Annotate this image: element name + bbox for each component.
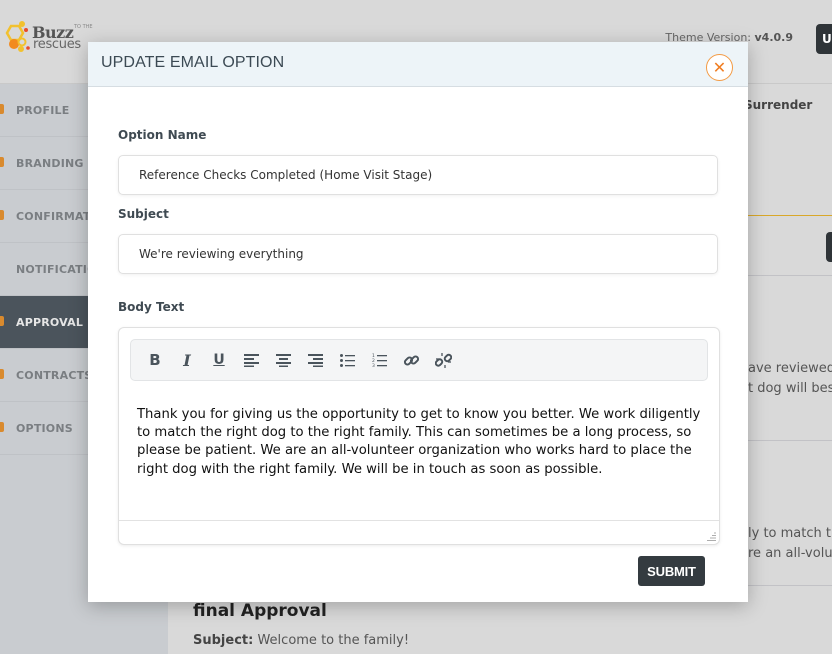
rich-text-editor: B I U 123 Thank you for giving us the op… — [118, 327, 720, 545]
options-icon — [0, 422, 4, 432]
email-option-title: final Approval — [193, 601, 327, 621]
subject-value: Welcome to the family! — [257, 633, 410, 648]
align-center-button[interactable] — [267, 345, 299, 375]
logo-small-text: TO THE — [74, 24, 93, 30]
confirmations-icon — [0, 210, 4, 220]
sidebar-item-label: OPTIONS — [16, 421, 73, 435]
resize-handle-icon[interactable] — [707, 532, 716, 541]
divider — [748, 585, 832, 586]
link-icon — [403, 354, 419, 366]
underline-icon: U — [213, 352, 225, 368]
close-button[interactable]: ✕ — [706, 54, 733, 81]
align-right-button[interactable] — [299, 345, 331, 375]
bullet-list-button[interactable] — [331, 345, 363, 375]
align-center-icon — [275, 353, 291, 367]
email-preview-text: re an all-volu — [748, 546, 832, 561]
submit-button[interactable]: SUBMIT — [638, 556, 705, 586]
option-name-label: Option Name — [118, 128, 207, 142]
bold-button[interactable]: B — [139, 345, 171, 375]
email-option-subject: Subject: Welcome to the family! — [193, 633, 409, 648]
email-preview-text: ave reviewed — [748, 361, 832, 376]
contracts-icon — [0, 369, 4, 379]
tab-surrender[interactable]: Surrender — [744, 98, 812, 112]
option-name-input[interactable] — [118, 155, 718, 195]
modal-header: UPDATE EMAIL OPTION ✕ — [88, 42, 748, 87]
link-button[interactable] — [395, 345, 427, 375]
italic-button[interactable]: I — [171, 345, 203, 375]
approval-icon — [0, 316, 4, 326]
editor-status-bar — [119, 520, 719, 544]
divider — [748, 275, 832, 276]
sidebar-item-label: BRANDING — [16, 156, 84, 170]
subject-label: Subject — [118, 207, 169, 221]
update-email-option-modal: UPDATE EMAIL OPTION ✕ Option Name Subjec… — [88, 42, 748, 602]
bullet-list-icon — [339, 353, 355, 367]
divider — [748, 440, 832, 441]
logo-subtext: rescues — [33, 37, 81, 52]
email-preview-text: t dog will bes — [748, 381, 832, 396]
theme-version-value: v4.0.9 — [754, 31, 794, 44]
branding-icon — [0, 157, 4, 167]
body-text-area[interactable]: Thank you for giving us the opportunity … — [137, 406, 707, 479]
background-action-button[interactable] — [826, 232, 832, 262]
align-left-icon — [243, 353, 259, 367]
buzz-to-the-rescues-logo[interactable]: Buzz TO THE rescues — [4, 20, 94, 56]
numbered-list-button[interactable]: 123 — [363, 345, 395, 375]
honeycomb-logo-icon — [5, 21, 30, 52]
sidebar-item-label: CONTRACTS — [16, 368, 93, 382]
close-icon: ✕ — [712, 57, 727, 77]
sidebar-item-label: PROFILE — [16, 103, 70, 117]
numbered-list-icon: 123 — [372, 353, 387, 367]
unlink-button[interactable] — [427, 345, 459, 375]
subject-input[interactable] — [118, 234, 718, 274]
italic-icon: I — [183, 350, 191, 370]
profile-icon — [0, 104, 4, 114]
modal-title: UPDATE EMAIL OPTION — [101, 54, 285, 71]
align-left-button[interactable] — [235, 345, 267, 375]
unlink-icon — [434, 352, 452, 368]
body-text-label: Body Text — [118, 300, 185, 314]
subject-label: Subject: — [193, 633, 254, 648]
email-preview-text: ly to match t — [748, 526, 831, 541]
user-menu-button[interactable]: U — [816, 24, 832, 54]
bold-icon: B — [149, 351, 161, 369]
underline-button[interactable]: U — [203, 345, 235, 375]
svg-text:3: 3 — [372, 363, 375, 367]
align-right-icon — [307, 353, 323, 367]
tab-underline — [748, 215, 832, 216]
editor-toolbar: B I U 123 — [130, 339, 708, 381]
